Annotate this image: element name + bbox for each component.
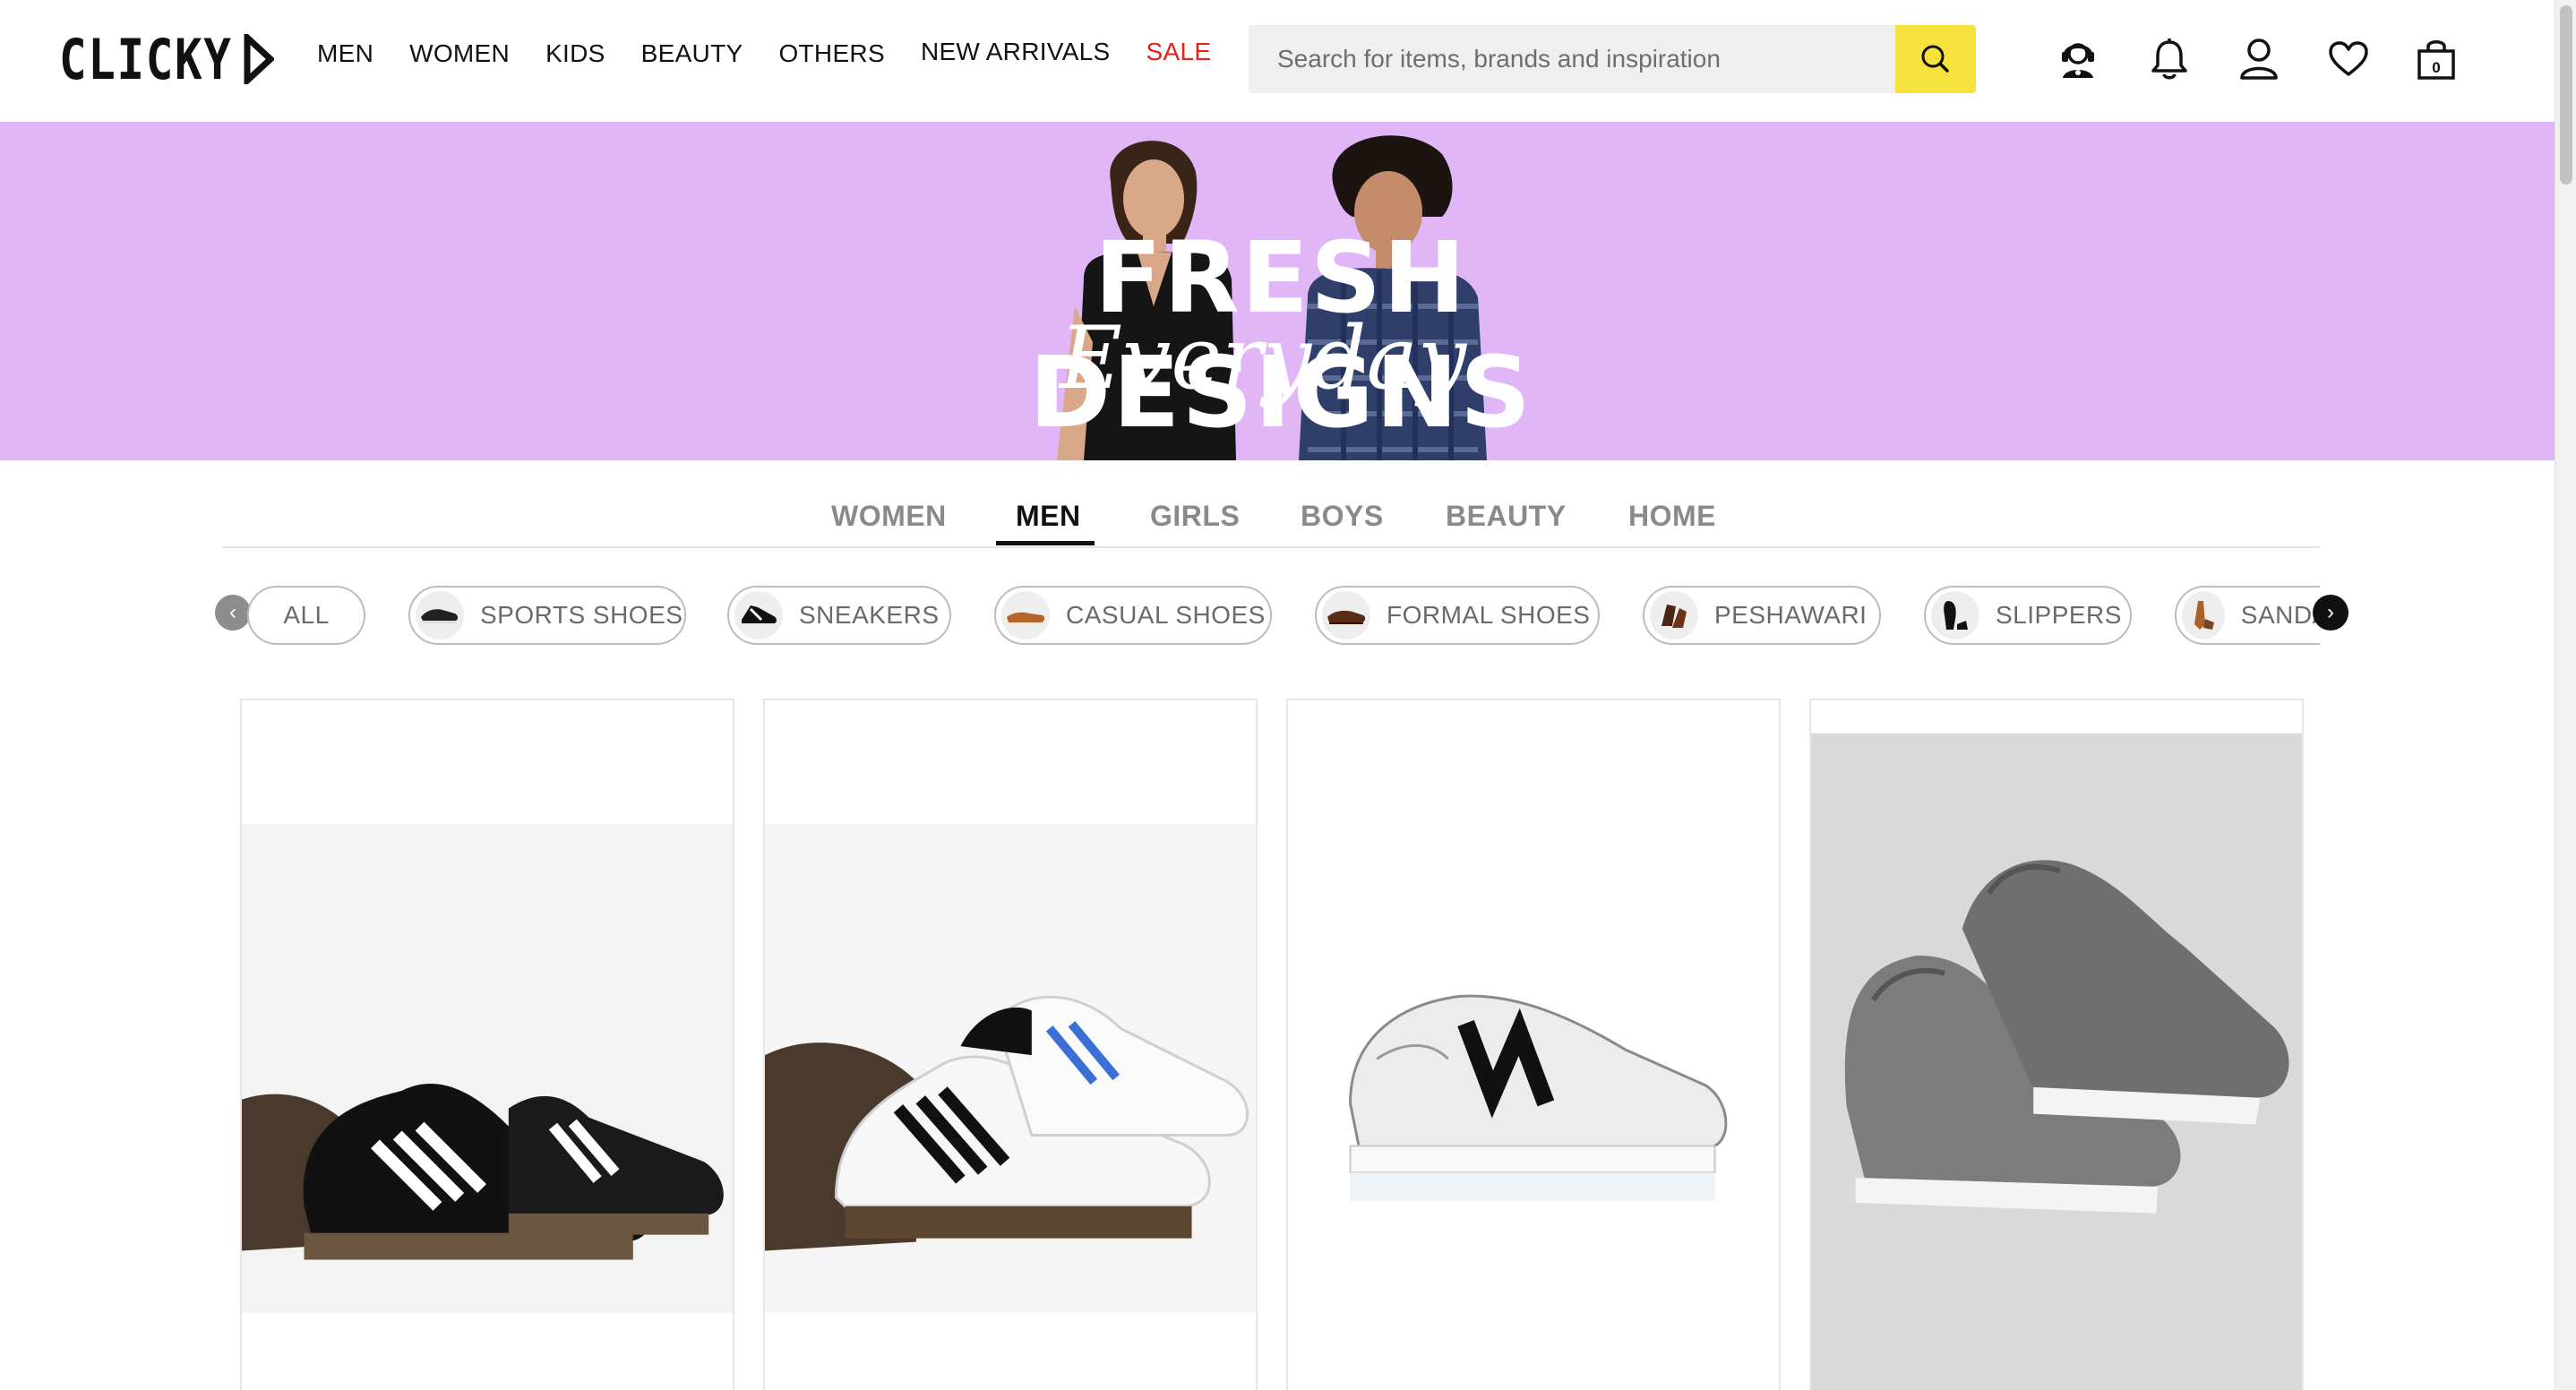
search-button[interactable] — [1895, 25, 1976, 93]
category-sneakers[interactable]: SNEAKERS — [727, 586, 951, 645]
notifications-button[interactable] — [2144, 32, 2194, 86]
sandal-icon — [2182, 591, 2225, 639]
category-label: FORMAL SHOES — [1387, 601, 1591, 629]
tab-women[interactable]: WOMEN — [831, 500, 947, 533]
search-input[interactable] — [1277, 25, 1886, 93]
department-tabs: WOMEN MEN GIRLS BOYS BEAUTY HOME — [222, 489, 2320, 548]
tab-home[interactable]: HOME — [1628, 500, 1716, 533]
slipper-icon — [1931, 591, 1979, 639]
heart-icon — [2329, 41, 2368, 76]
product-card[interactable] — [763, 699, 1258, 1390]
logo-text: CLICKY — [59, 26, 233, 92]
category-label: ALL — [283, 601, 330, 629]
category-peshawari[interactable]: PESHAWARI — [1643, 586, 1881, 645]
nav-beauty[interactable]: BEAUTY — [641, 39, 743, 68]
tab-men[interactable]: MEN — [1016, 500, 1081, 533]
sports-shoe-icon — [416, 591, 464, 639]
account-button[interactable] — [2234, 32, 2284, 86]
category-slippers[interactable]: SLIPPERS — [1924, 586, 2132, 645]
support-agent-button[interactable] — [2053, 32, 2103, 86]
category-label: SANDALS — [2240, 601, 2320, 629]
chevron-right-icon: › — [2327, 600, 2334, 624]
product-image — [242, 823, 733, 1314]
category-label: SLIPPERS — [1996, 601, 2122, 629]
main-nav: MEN WOMEN KIDS BEAUTY OTHERS NEW ARRIVAL… — [317, 38, 1212, 68]
cart-button[interactable]: 0 — [2411, 32, 2461, 86]
peshawari-icon — [1650, 591, 1698, 639]
wishlist-button[interactable] — [2323, 32, 2374, 86]
product-image — [1288, 969, 1779, 1202]
category-label: PESHAWARI — [1714, 601, 1868, 629]
nav-kids[interactable]: KIDS — [545, 39, 605, 68]
hero-banner[interactable]: FRESH DESIGNS Everyday — [0, 122, 2555, 460]
category-casual-shoes[interactable]: CASUAL SHOES — [994, 586, 1272, 645]
categories-next-button[interactable]: › — [2313, 595, 2348, 631]
category-label: SNEAKERS — [799, 601, 940, 629]
sneaker-icon — [734, 591, 783, 639]
category-label: CASUAL SHOES — [1066, 601, 1266, 629]
active-tab-indicator — [996, 541, 1095, 545]
nav-men[interactable]: MEN — [317, 39, 374, 68]
nav-others[interactable]: OTHERS — [778, 39, 884, 68]
formal-shoe-icon — [1322, 591, 1370, 639]
bell-icon — [2151, 39, 2187, 80]
nav-new-arrivals[interactable]: NEW ARRIVALS — [921, 38, 1111, 66]
banner-subtitle: Everyday — [1059, 308, 1467, 408]
nav-sale[interactable]: SALE — [1146, 38, 1212, 66]
product-card[interactable] — [240, 699, 734, 1390]
user-icon — [2240, 39, 2278, 80]
tab-beauty[interactable]: BEAUTY — [1446, 500, 1567, 533]
scrollbar-thumb[interactable] — [2560, 5, 2572, 184]
nav-women[interactable]: WOMEN — [409, 39, 510, 68]
tab-boys[interactable]: BOYS — [1301, 500, 1384, 533]
casual-shoe-icon — [1001, 591, 1050, 639]
logo-play-icon — [244, 34, 274, 84]
cart-count: 0 — [2432, 59, 2440, 76]
category-sports-shoes[interactable]: SPORTS SHOES — [408, 586, 686, 645]
tab-girls[interactable]: GIRLS — [1150, 500, 1240, 533]
product-card[interactable] — [1809, 699, 2304, 1390]
category-label: SPORTS SHOES — [480, 601, 683, 629]
product-image — [765, 823, 1256, 1314]
category-all[interactable]: ALL — [247, 586, 365, 645]
search-icon — [1921, 45, 1949, 73]
category-formal-shoes[interactable]: FORMAL SHOES — [1315, 586, 1600, 645]
category-sandals[interactable]: SANDALS — [2175, 586, 2320, 645]
product-card[interactable] — [1286, 699, 1781, 1390]
site-header: CLICKY MEN WOMEN KIDS BEAUTY OTHERS NEW … — [0, 0, 2555, 122]
search-bar — [1249, 25, 1976, 93]
category-pills: ALL SPORTS SHOES SNEAKERS CASUAL SHOES F… — [215, 580, 2320, 652]
support-agent-icon — [2062, 43, 2094, 78]
product-image — [1811, 733, 2302, 1390]
clicky-logo[interactable]: CLICKY — [59, 27, 274, 92]
page-scrollbar[interactable] — [2555, 0, 2576, 1390]
shopping-bag-icon: 0 — [2417, 40, 2455, 80]
